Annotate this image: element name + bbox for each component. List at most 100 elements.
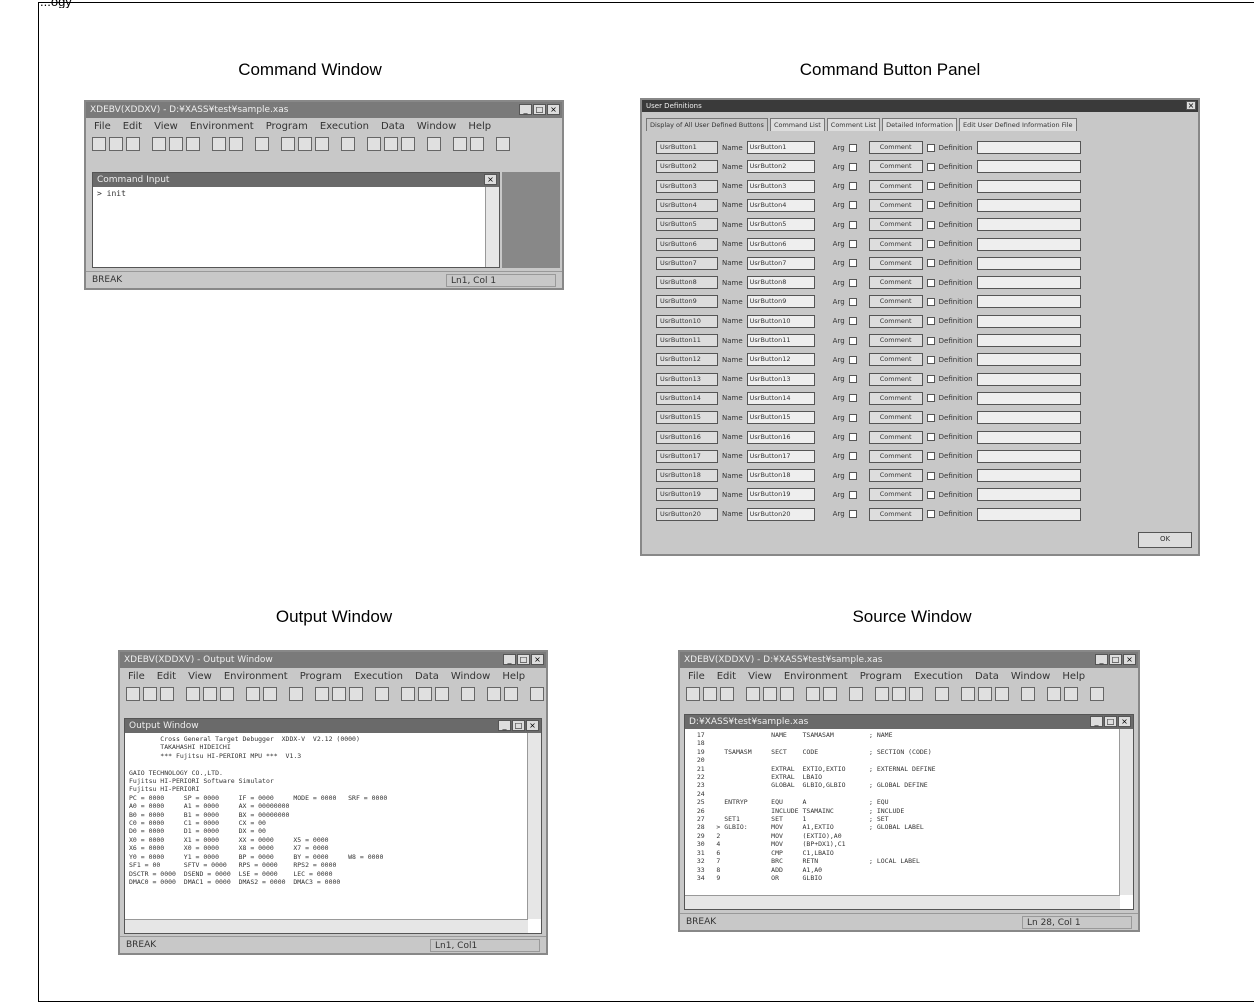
comment-button[interactable]: Comment: [868, 295, 923, 309]
arg-checkbox[interactable]: [848, 394, 857, 403]
menu-window[interactable]: Window: [1011, 671, 1050, 682]
run-icon[interactable]: [315, 137, 329, 151]
memory-icon[interactable]: [401, 137, 415, 151]
command-input-text[interactable]: > init: [93, 187, 499, 201]
definition-field[interactable]: [976, 179, 1081, 193]
menu-file[interactable]: File: [94, 121, 111, 132]
memory-icon[interactable]: [435, 687, 449, 701]
name-field[interactable]: UsrButton14: [746, 391, 815, 405]
name-field[interactable]: UsrButton17: [746, 449, 815, 463]
save-icon[interactable]: [720, 687, 734, 701]
cut-icon[interactable]: [746, 687, 760, 701]
user-defined-button[interactable]: UsrButton19: [656, 488, 718, 502]
close-icon[interactable]: ×: [526, 720, 539, 731]
tile-icon[interactable]: [453, 137, 467, 151]
tile-icon[interactable]: [487, 687, 501, 701]
definition-checkbox[interactable]: [926, 201, 935, 210]
register-icon[interactable]: [427, 137, 441, 151]
breakpoint-icon[interactable]: [961, 687, 975, 701]
user-defined-button[interactable]: UsrButton8: [656, 276, 718, 290]
user-defined-button[interactable]: UsrButton9: [656, 295, 718, 309]
menu-edit[interactable]: Edit: [717, 671, 736, 682]
name-field[interactable]: UsrButton15: [746, 411, 815, 425]
arg-checkbox[interactable]: [848, 375, 857, 384]
menu-environment[interactable]: Environment: [190, 121, 254, 132]
definition-field[interactable]: [976, 198, 1081, 212]
register-icon[interactable]: [461, 687, 475, 701]
name-field[interactable]: UsrButton10: [746, 314, 815, 328]
cut-icon[interactable]: [186, 687, 200, 701]
user-defined-button[interactable]: UsrButton7: [656, 256, 718, 270]
step-over-icon[interactable]: [332, 687, 346, 701]
find-icon[interactable]: [806, 687, 820, 701]
user-defined-button[interactable]: UsrButton1: [656, 141, 718, 154]
definition-checkbox[interactable]: [926, 240, 935, 248]
name-field[interactable]: UsrButton7: [746, 256, 815, 270]
run-icon[interactable]: [349, 687, 363, 701]
find-icon[interactable]: [212, 137, 226, 151]
save-icon[interactable]: [160, 687, 174, 701]
maximize-icon[interactable]: □: [1109, 654, 1122, 665]
name-field[interactable]: UsrButton3: [746, 179, 815, 193]
watch-icon[interactable]: [384, 137, 398, 151]
comment-button[interactable]: Comment: [868, 218, 923, 232]
replace-icon[interactable]: [229, 137, 243, 151]
menu-execution[interactable]: Execution: [354, 671, 403, 682]
tile-icon[interactable]: [1047, 687, 1061, 701]
menu-execution[interactable]: Execution: [914, 671, 963, 682]
name-field[interactable]: UsrButton6: [746, 237, 815, 251]
close-icon[interactable]: ×: [547, 104, 560, 115]
name-field[interactable]: UsrButton19: [746, 488, 815, 502]
definition-field[interactable]: [976, 141, 1081, 154]
definition-checkbox[interactable]: [926, 336, 935, 345]
definition-checkbox[interactable]: [926, 471, 935, 480]
definition-checkbox[interactable]: [926, 375, 935, 384]
comment-button[interactable]: Comment: [868, 411, 923, 425]
definition-checkbox[interactable]: [926, 490, 935, 499]
paste-icon[interactable]: [186, 137, 200, 151]
arg-checkbox[interactable]: [848, 336, 857, 345]
stop-icon[interactable]: [375, 687, 389, 701]
definition-field[interactable]: [976, 256, 1081, 270]
source-vertical-scrollbar[interactable]: [1119, 729, 1133, 895]
name-field[interactable]: UsrButton9: [746, 295, 815, 309]
arg-checkbox[interactable]: [848, 259, 857, 268]
menu-help[interactable]: Help: [468, 121, 491, 132]
command-window-titlebar[interactable]: XDEBV(XDDXV) - D:¥XASS¥test¥sample.xas _…: [86, 102, 562, 118]
maximize-icon[interactable]: □: [512, 720, 525, 731]
definition-checkbox[interactable]: [926, 394, 935, 403]
comment-button[interactable]: Comment: [868, 237, 923, 251]
arg-checkbox[interactable]: [848, 433, 857, 441]
menu-edit[interactable]: Edit: [123, 121, 142, 132]
menu-environment[interactable]: Environment: [784, 671, 848, 682]
definition-checkbox[interactable]: [926, 278, 935, 287]
menu-file[interactable]: File: [128, 671, 145, 682]
run-icon[interactable]: [909, 687, 923, 701]
ok-button[interactable]: OK: [1138, 532, 1192, 548]
comment-button[interactable]: Comment: [868, 314, 923, 328]
name-field[interactable]: UsrButton18: [746, 469, 815, 483]
comment-button[interactable]: Comment: [868, 198, 923, 212]
user-defined-button[interactable]: UsrButton10: [656, 314, 718, 328]
user-defined-button[interactable]: UsrButton16: [656, 430, 718, 444]
arg-checkbox[interactable]: [848, 201, 857, 210]
arg-checkbox[interactable]: [848, 143, 857, 152]
menu-execution[interactable]: Execution: [320, 121, 369, 132]
arg-checkbox[interactable]: [848, 297, 857, 306]
minimize-icon[interactable]: _: [498, 720, 511, 731]
step-in-icon[interactable]: [315, 687, 329, 701]
definition-field[interactable]: [976, 160, 1081, 174]
breakpoint-icon[interactable]: [367, 137, 381, 151]
definition-field[interactable]: [976, 449, 1081, 463]
comment-button[interactable]: Comment: [868, 353, 923, 367]
paste-icon[interactable]: [780, 687, 794, 701]
comment-button[interactable]: Comment: [868, 141, 923, 154]
stop-icon[interactable]: [935, 687, 949, 701]
close-icon[interactable]: ×: [484, 174, 497, 185]
menu-data[interactable]: Data: [975, 671, 999, 682]
copy-icon[interactable]: [763, 687, 777, 701]
copy-icon[interactable]: [203, 687, 217, 701]
name-field[interactable]: UsrButton4: [746, 198, 815, 212]
user-defined-button[interactable]: UsrButton12: [656, 353, 718, 367]
definition-checkbox[interactable]: [926, 433, 935, 441]
